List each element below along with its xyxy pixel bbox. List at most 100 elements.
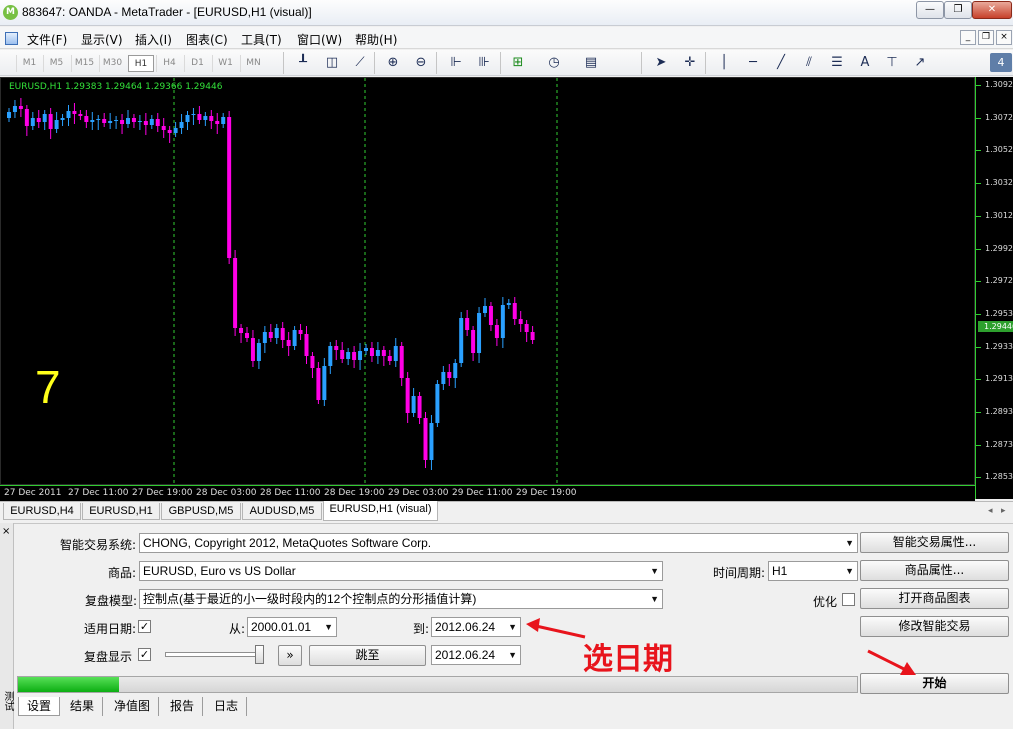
chart-tab-eurusd-h4[interactable]: EURUSD,H4	[3, 503, 81, 520]
zoom-out-icon[interactable]: ⊖	[411, 54, 431, 72]
line-chart-icon[interactable]: ⟋	[350, 54, 370, 72]
open-chart-button[interactable]: 打开商品图表	[860, 588, 1009, 609]
candle-body	[66, 111, 71, 118]
cursor-icon[interactable]: ➤	[651, 54, 671, 72]
timeframe-h4[interactable]: H4	[156, 55, 182, 72]
menu-window[interactable]: 窗口(W)	[297, 31, 342, 48]
minimize-button[interactable]: —	[916, 1, 944, 19]
text-icon[interactable]: A	[855, 54, 875, 72]
timeframe-h1[interactable]: H1	[128, 55, 154, 72]
speed-slider-track[interactable]	[165, 652, 263, 657]
candle-body	[161, 126, 166, 130]
period-label: 时间周期:	[713, 566, 766, 580]
price-tick	[976, 183, 981, 185]
jump-date-input[interactable]: 2012.06.24 ▼	[431, 645, 521, 665]
chart-tab-eurusd-h1[interactable]: EURUSD,H1	[82, 503, 160, 520]
candle-body	[405, 378, 410, 413]
text-label-icon[interactable]: ⊤	[882, 54, 902, 72]
from-date-input[interactable]: 2000.01.01 ▼	[247, 617, 337, 637]
arrows-icon[interactable]: ↗	[910, 54, 930, 72]
chart-tab-eurusd-h1-visual[interactable]: EURUSD,H1 (visual)	[323, 501, 438, 521]
horizontal-line-icon[interactable]: ─	[743, 54, 763, 72]
sidebar-close-icon[interactable]: ×	[2, 526, 10, 537]
skip-button[interactable]: »	[278, 645, 302, 666]
tab-report[interactable]: 报告	[162, 697, 204, 716]
expert-properties-button[interactable]: 智能交易属性...	[860, 532, 1009, 553]
candle-body	[78, 114, 83, 116]
optimize-checkbox[interactable]	[842, 593, 855, 606]
chart-shift-icon[interactable]: ⊪	[474, 54, 494, 72]
zoom-in-icon[interactable]: ⊕	[383, 54, 403, 72]
use-date-checkbox[interactable]: ✓	[138, 620, 151, 633]
speed-slider-handle[interactable]	[255, 645, 264, 664]
mdi-close-button[interactable]: ×	[996, 30, 1012, 45]
candle-body	[435, 384, 440, 423]
chart-tab-gbpusd-m5[interactable]: GBPUSD,M5	[161, 503, 241, 520]
menu-charts[interactable]: 图表(C)	[186, 31, 228, 48]
time-label: 27 Dec 11:00	[68, 488, 129, 498]
current-price-label: 1.29446	[978, 321, 1013, 332]
badge-count[interactable]: 4	[990, 53, 1012, 72]
time-label: 27 Dec 19:00	[132, 488, 193, 498]
chevron-down-icon: ▼	[845, 566, 854, 576]
timeframe-mn[interactable]: MN	[240, 55, 266, 72]
candle-body	[131, 118, 136, 122]
visual-mode-checkbox[interactable]: ✓	[138, 648, 151, 661]
symbol-properties-button[interactable]: 商品属性...	[860, 560, 1009, 581]
expert-select[interactable]: CHONG, Copyright 2012, MetaQuotes Softwa…	[139, 533, 858, 553]
menu-insert[interactable]: 插入(I)	[135, 31, 172, 48]
modify-expert-button[interactable]: 修改智能交易	[860, 616, 1009, 637]
indicators-icon[interactable]: ⊞	[508, 54, 528, 72]
mdi-restore-button[interactable]: ❐	[978, 30, 994, 45]
candle-body	[340, 350, 345, 359]
candle-body	[280, 328, 285, 340]
candle-body	[36, 118, 41, 122]
period-select[interactable]: H1 ▼	[768, 561, 858, 581]
to-date-input[interactable]: 2012.06.24 ▼	[431, 617, 521, 637]
timeframe-m1[interactable]: M1	[16, 55, 42, 72]
candlestick-chart-icon[interactable]: ◫	[322, 54, 342, 72]
menu-view[interactable]: 显示(V)	[81, 31, 123, 48]
timeframe-m30[interactable]: M30	[99, 55, 125, 72]
vertical-line-icon[interactable]: │	[714, 54, 734, 72]
bar-chart-icon[interactable]: ┸	[293, 54, 313, 72]
chart-tab-audusd-m5[interactable]: AUDUSD,M5	[242, 503, 322, 520]
candle-body	[500, 305, 505, 338]
model-select[interactable]: 控制点(基于最近的小一级时段内的12个控制点的分形插值计算) ▼	[139, 589, 663, 609]
tab-journal[interactable]: 日志	[206, 697, 248, 716]
auto-scroll-icon[interactable]: ⊩	[446, 54, 466, 72]
trendline-icon[interactable]: ╱	[771, 54, 791, 72]
close-button[interactable]: ✕	[972, 1, 1012, 19]
candlestick-plot	[7, 78, 558, 486]
maximize-button[interactable]: ❐	[944, 1, 972, 19]
timeframe-m5[interactable]: M5	[43, 55, 69, 72]
mdi-minimize-button[interactable]: _	[960, 30, 976, 45]
crosshair-icon[interactable]: ✛	[680, 54, 700, 72]
metatrader-logo-icon: M	[3, 5, 18, 20]
menu-tools[interactable]: 工具(T)	[241, 31, 282, 48]
price-label: 1.29725	[985, 276, 1013, 286]
periods-clock-icon[interactable]: ◷	[544, 54, 564, 72]
tab-settings[interactable]: 设置	[18, 697, 61, 716]
menu-file[interactable]: 文件(F)	[27, 31, 67, 48]
tabs-scroll-left-icon[interactable]: ◂	[988, 506, 993, 516]
timeframe-w1[interactable]: W1	[212, 55, 238, 72]
time-label: 28 Dec 11:00	[260, 488, 321, 498]
tabs-scroll-right-icon[interactable]: ▸	[1001, 506, 1006, 516]
channel-icon[interactable]: ⫽	[799, 54, 819, 72]
timeframe-m15[interactable]: M15	[71, 55, 97, 72]
tab-results[interactable]: 结果	[62, 697, 104, 716]
tab-equity-graph[interactable]: 净值图	[106, 697, 160, 716]
symbol-select[interactable]: EURUSD, Euro vs US Dollar ▼	[139, 561, 663, 581]
candle-body	[381, 350, 386, 356]
candle-body	[524, 324, 529, 332]
jump-to-button[interactable]: 跳至	[309, 645, 426, 666]
templates-icon[interactable]: ▤	[581, 54, 601, 72]
timeframe-d1[interactable]: D1	[184, 55, 210, 72]
fibonacci-icon[interactable]: ☰	[827, 54, 847, 72]
price-label: 1.29130	[985, 374, 1013, 384]
annotation-arrow-left	[526, 618, 586, 639]
menu-help[interactable]: 帮助(H)	[355, 31, 397, 48]
price-chart[interactable]: EURUSD,H1 1.29383 1.29464 1.29366 1.2944…	[0, 77, 975, 486]
candle-body	[191, 114, 196, 115]
